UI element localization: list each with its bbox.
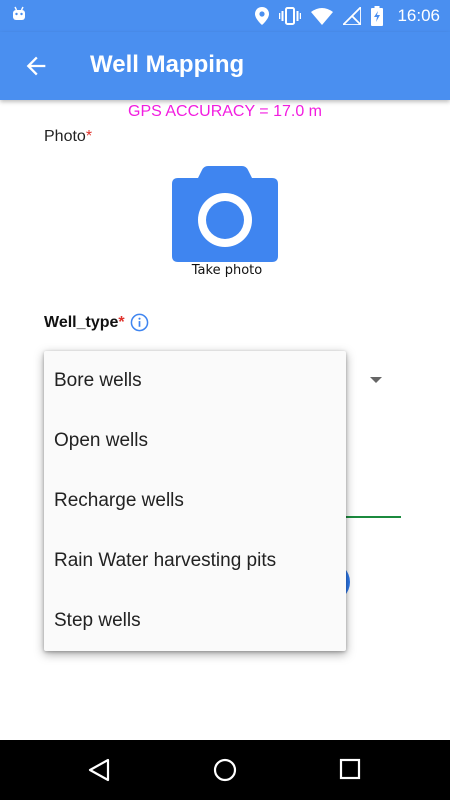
no-signal-icon [343,7,362,25]
menu-item-recharge-wells[interactable]: Recharge wells [44,471,346,531]
home-circle-icon[interactable] [213,758,237,782]
page-title: Well Mapping [90,51,245,78]
menu-item-step-wells[interactable]: Step wells [44,591,346,651]
recents-square-icon[interactable] [339,758,361,780]
arrow-back-icon[interactable] [22,52,50,80]
required-mark: * [85,128,93,145]
menu-item-bore-wells[interactable]: Bore wells [44,351,346,411]
info-icon[interactable] [130,313,149,332]
well-type-label-text: Well_type [44,313,119,331]
location-icon [255,7,270,25]
clock: 16:06 [397,6,440,25]
well-type-field-label: Well_type * [44,313,149,332]
screen: 16:06 Well Mapping GPS ACCURACY = 17.0 m… [0,0,450,800]
menu-item-open-wells[interactable]: Open wells [44,411,346,471]
status-bar: 16:06 [0,0,450,32]
battery-charging-icon [371,6,384,26]
wifi-icon [311,7,334,25]
navigation-bar [0,740,450,800]
camera-icon[interactable] [172,166,278,262]
photo-field-label: Photo* [44,128,92,146]
menu-item-rain-water-harvesting-pits[interactable]: Rain Water harvesting pits [44,531,346,591]
dropdown-arrow-icon[interactable] [370,377,382,383]
photo-label-text: Photo [44,128,86,145]
back-triangle-icon[interactable] [88,758,110,782]
vibrate-icon [279,7,302,25]
well-type-dropdown-menu: Bore wells Open wells Recharge wells Rai… [44,351,346,651]
android-icon [13,6,25,20]
required-mark: * [118,313,125,331]
take-photo-label[interactable]: Take photo [172,263,282,278]
app-bar: Well Mapping [0,32,450,100]
gps-accuracy-text: GPS ACCURACY = 17.0 m [128,103,322,120]
